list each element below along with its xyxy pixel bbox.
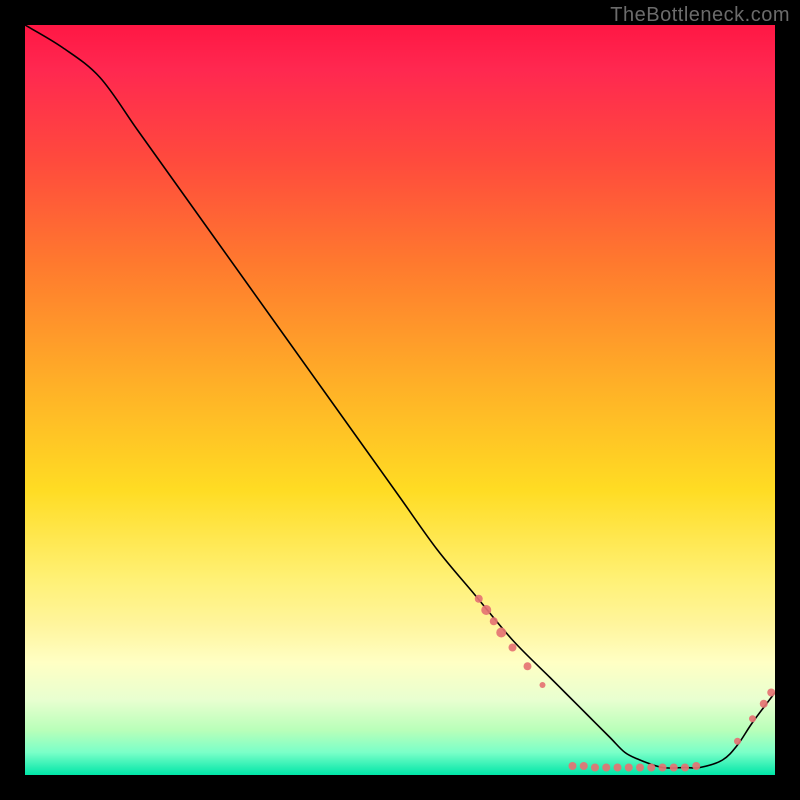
data-marker [647,764,655,772]
data-marker [625,764,633,772]
data-marker [636,764,644,772]
data-marker [490,617,498,625]
data-marker [591,764,599,772]
data-marker [509,644,517,652]
data-marker [734,738,741,745]
data-marker [496,628,506,638]
data-marker [692,762,700,770]
data-marker [475,595,483,603]
data-marker [614,764,622,772]
data-marker [524,662,532,670]
data-marker [602,764,610,772]
data-marker [681,764,689,772]
data-marker [659,764,667,772]
data-markers-group [475,595,775,772]
bottleneck-curve [25,25,775,768]
data-marker [760,700,768,708]
data-marker [580,762,588,770]
watermark-text: TheBottleneck.com [610,4,790,27]
data-marker [749,715,756,722]
data-marker [767,689,775,697]
chart-svg [25,25,775,775]
plot-area [25,25,775,775]
data-marker [569,762,577,770]
data-marker [670,764,678,772]
data-marker [540,682,546,688]
data-marker [481,605,491,615]
